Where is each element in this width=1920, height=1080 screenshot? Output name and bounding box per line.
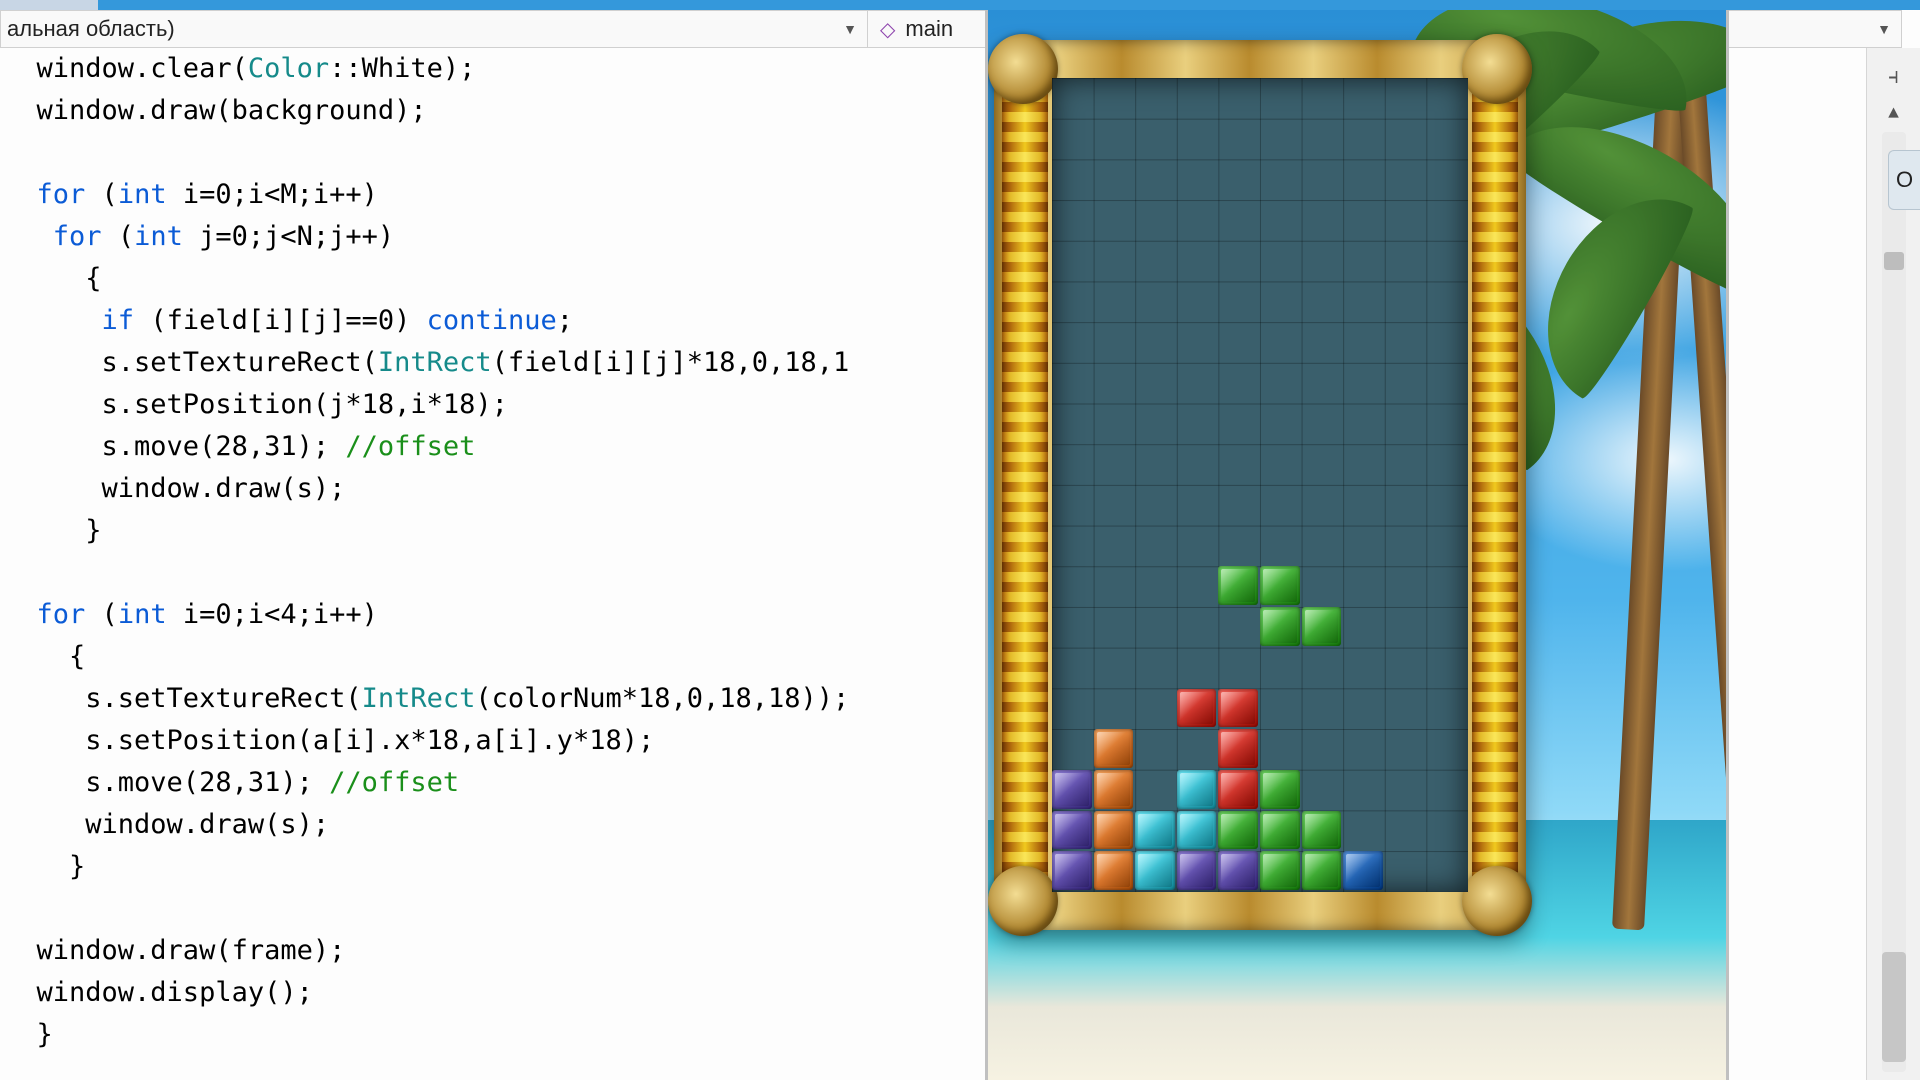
tetris-block: [1052, 851, 1092, 890]
tetris-block: [1260, 851, 1300, 890]
tetris-block: [1302, 811, 1342, 850]
tetris-frame: [994, 40, 1526, 930]
tetris-playfield: [1052, 78, 1468, 892]
tetris-block: [1177, 811, 1217, 850]
tetris-block: [1260, 607, 1300, 646]
tetris-block: [1094, 770, 1134, 809]
fade-overlay: [961, 48, 985, 1080]
game-output-window: [985, 10, 1729, 1080]
tetris-block: [1218, 770, 1258, 809]
tetris-block: [1302, 851, 1342, 890]
tetris-block: [1218, 851, 1258, 890]
code-editor[interactable]: window.clear(Color::White); window.draw(…: [0, 48, 985, 1080]
tetris-block: [1260, 811, 1300, 850]
tetris-block: [1177, 770, 1217, 809]
tetris-block: [1218, 811, 1258, 850]
scrollbar-thumb[interactable]: [1882, 952, 1906, 1062]
title-bar-active: [98, 0, 1920, 10]
tetris-block: [1052, 811, 1092, 850]
chevron-down-icon: ▼: [1877, 21, 1891, 37]
tetris-block: [1260, 770, 1300, 809]
tetris-block: [1135, 811, 1175, 850]
symbol-label: main: [905, 16, 953, 42]
scrollbar-track[interactable]: [1882, 132, 1906, 1072]
frame-corner: [988, 866, 1058, 936]
frame-pillar: [1002, 60, 1048, 912]
tetris-block: [1260, 566, 1300, 605]
tetris-block: [1302, 607, 1342, 646]
tetris-block: [1218, 729, 1258, 768]
frame-corner: [988, 34, 1058, 104]
tetris-block: [1052, 770, 1092, 809]
tetris-block: [1135, 851, 1175, 890]
scrollbar-mark: [1884, 252, 1904, 270]
frame-pillar: [1472, 60, 1518, 912]
title-bar-inactive: [0, 0, 98, 10]
side-panel-tab[interactable]: O: [1888, 150, 1920, 210]
chevron-down-icon: ▼: [843, 21, 857, 37]
tetris-block: [1094, 851, 1134, 890]
tetris-block: [1218, 689, 1258, 728]
tetris-block: [1094, 729, 1134, 768]
frame-corner: [1462, 34, 1532, 104]
tetris-block: [1094, 811, 1134, 850]
tetris-block: [1343, 851, 1383, 890]
scroll-up-icon[interactable]: ▲: [1888, 104, 1899, 124]
code-text[interactable]: window.clear(Color::White); window.draw(…: [4, 48, 985, 1056]
scope-label: альная область): [7, 16, 175, 42]
tetris-block: [1218, 566, 1258, 605]
scope-dropdown[interactable]: альная область) ▼: [0, 10, 868, 48]
split-window-button[interactable]: ⫞: [1875, 58, 1913, 96]
tetris-block: [1177, 851, 1217, 890]
frame-corner: [1462, 866, 1532, 936]
cube-icon: ◇: [880, 17, 895, 42]
side-panel-label: O: [1896, 167, 1913, 193]
tetris-block: [1177, 689, 1217, 728]
